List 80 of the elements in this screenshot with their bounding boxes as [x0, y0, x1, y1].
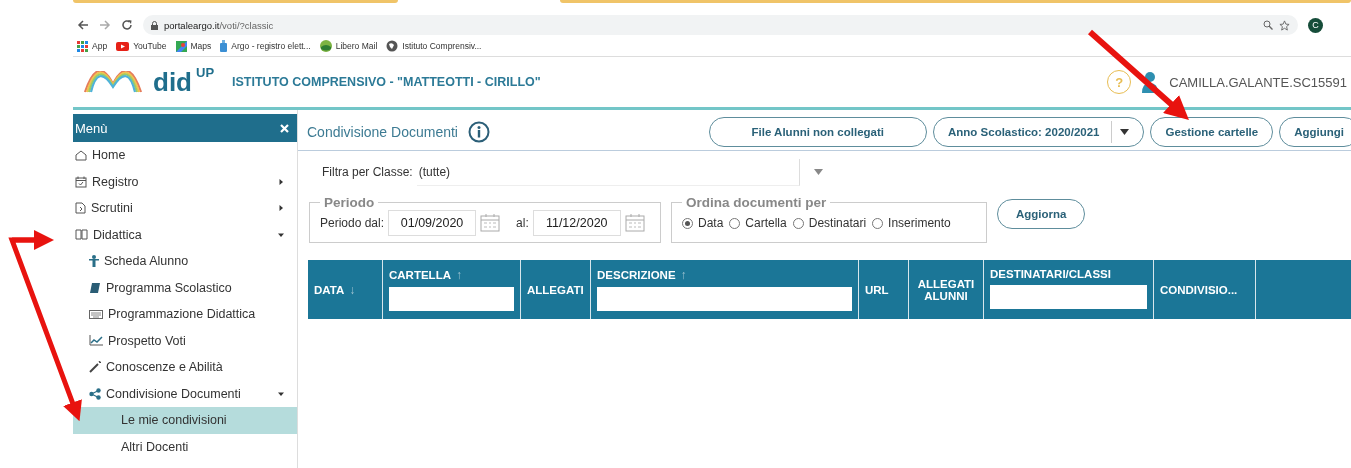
keyboard-icon — [89, 309, 103, 319]
menu-item[interactable]: Home — [73, 142, 297, 169]
menu-item[interactable]: Altri Docenti — [73, 433, 297, 460]
field-label: al: — [516, 216, 529, 230]
url-text: portaleargo.it/voti/?classic — [164, 19, 274, 31]
column-header[interactable]: DESCRIZIONE — [597, 269, 676, 281]
column-header[interactable]: DESTINATARI/CLASSI — [990, 268, 1111, 280]
refresh-button[interactable]: Aggiorna — [997, 199, 1086, 229]
column-header[interactable]: DATA — [314, 283, 345, 296]
apps-grid-icon — [77, 40, 88, 52]
year-dropdown[interactable]: Anno Scolastico: 2020/2021 — [933, 117, 1145, 147]
menu-title: Menù — [75, 120, 108, 136]
back-icon[interactable] — [77, 19, 89, 31]
column-header[interactable]: CONDIVISIO... — [1160, 283, 1238, 296]
forward-icon[interactable] — [99, 19, 111, 31]
bookmark[interactable]: Maps — [175, 40, 212, 52]
column-filter-field[interactable] — [990, 285, 1147, 309]
column-header[interactable]: ALLEGATI ALUNNI — [915, 277, 977, 302]
column-filter-field[interactable] — [389, 287, 514, 311]
radio-option[interactable]: Cartella — [729, 216, 787, 230]
date-field[interactable]: 11/12/2020 — [532, 210, 621, 236]
bookmark[interactable]: App — [77, 40, 108, 52]
menu-item[interactable]: Scheda Alunno — [73, 248, 297, 275]
profile-avatar[interactable]: C — [1308, 17, 1323, 33]
radio-option[interactable]: Inserimento — [872, 216, 951, 230]
filter-label: Filtra per Classe: — [322, 165, 413, 179]
document-icon — [75, 202, 86, 215]
close-icon[interactable] — [280, 123, 289, 133]
column-header[interactable]: URL — [865, 283, 889, 296]
menu-item[interactable]: Prospetto Voti — [73, 327, 297, 354]
action-button[interactable]: Gestione cartelle — [1150, 117, 1274, 147]
radio-option[interactable]: Data — [682, 216, 724, 230]
calendar-icon[interactable] — [480, 214, 501, 232]
menu-item[interactable]: Conoscenze e Abilità — [73, 354, 297, 381]
menu-item[interactable]: Programma Scolastico — [73, 274, 297, 301]
info-icon[interactable] — [467, 121, 490, 143]
calendar-icon[interactable] — [624, 214, 645, 232]
calendar-icon — [75, 175, 87, 188]
globe-icon — [319, 40, 332, 52]
share-icon — [89, 387, 101, 400]
action-button[interactable]: Aggiungi — [1279, 117, 1351, 147]
person-icon — [89, 255, 99, 268]
caret-icon — [1120, 129, 1130, 135]
radio-option[interactable]: Destinatari — [792, 216, 867, 230]
rainbow-logo-icon — [83, 71, 143, 93]
globe-icon — [386, 40, 399, 52]
user-name: CAMILLA.GALANTE.SC15591 — [1169, 74, 1347, 90]
menu-item[interactable]: Registro — [73, 168, 297, 195]
group-legend: Periodo — [320, 195, 379, 210]
column-filter-field[interactable] — [597, 287, 852, 311]
map-icon — [175, 40, 187, 52]
caret-icon[interactable] — [813, 169, 823, 175]
action-button[interactable]: File Alunni non collegati — [708, 117, 927, 147]
magic-wand-icon — [89, 361, 101, 374]
bookmark[interactable]: Argo - registro elett... — [220, 40, 311, 52]
column-header[interactable]: ALLEGATI — [527, 283, 584, 296]
bookmark[interactable]: Libero Mail — [319, 40, 378, 52]
menu-item[interactable]: Scrutini — [73, 195, 297, 222]
reload-icon[interactable] — [121, 19, 133, 31]
menu-item[interactable]: Le mie condivisioni — [73, 407, 297, 434]
line-chart-icon — [89, 335, 103, 347]
class-filter-dropdown[interactable]: (tutte) — [416, 158, 800, 186]
address-bar[interactable]: portaleargo.it/voti/?classic — [143, 15, 1298, 35]
date-field[interactable]: 01/09/2020 — [388, 210, 477, 236]
video-play-icon — [116, 41, 130, 51]
field-label: Periodo dal: — [320, 216, 385, 230]
bottle-icon — [220, 40, 228, 52]
group-legend: Ordina documenti per — [682, 195, 831, 210]
page-title: Condivisione Documenti — [307, 124, 458, 140]
home-icon — [75, 149, 87, 161]
menu-item[interactable]: Programmazione Didattica — [73, 301, 297, 328]
star-icon[interactable] — [1279, 19, 1290, 31]
school-name: ISTITUTO COMPRENSIVO - "MATTEOTTI - CIRILLO" — [232, 75, 541, 89]
lock-icon — [151, 20, 158, 30]
menu-item[interactable]: Condivisione Documenti — [73, 380, 297, 407]
menu-item[interactable]: Didattica — [73, 221, 297, 248]
bookmark[interactable]: Istituto Comprensiv... — [386, 40, 482, 52]
bookmark[interactable]: YouTube — [116, 41, 167, 51]
zoom-icon[interactable] — [1263, 20, 1273, 30]
column-header[interactable]: CARTELLA — [389, 269, 451, 281]
